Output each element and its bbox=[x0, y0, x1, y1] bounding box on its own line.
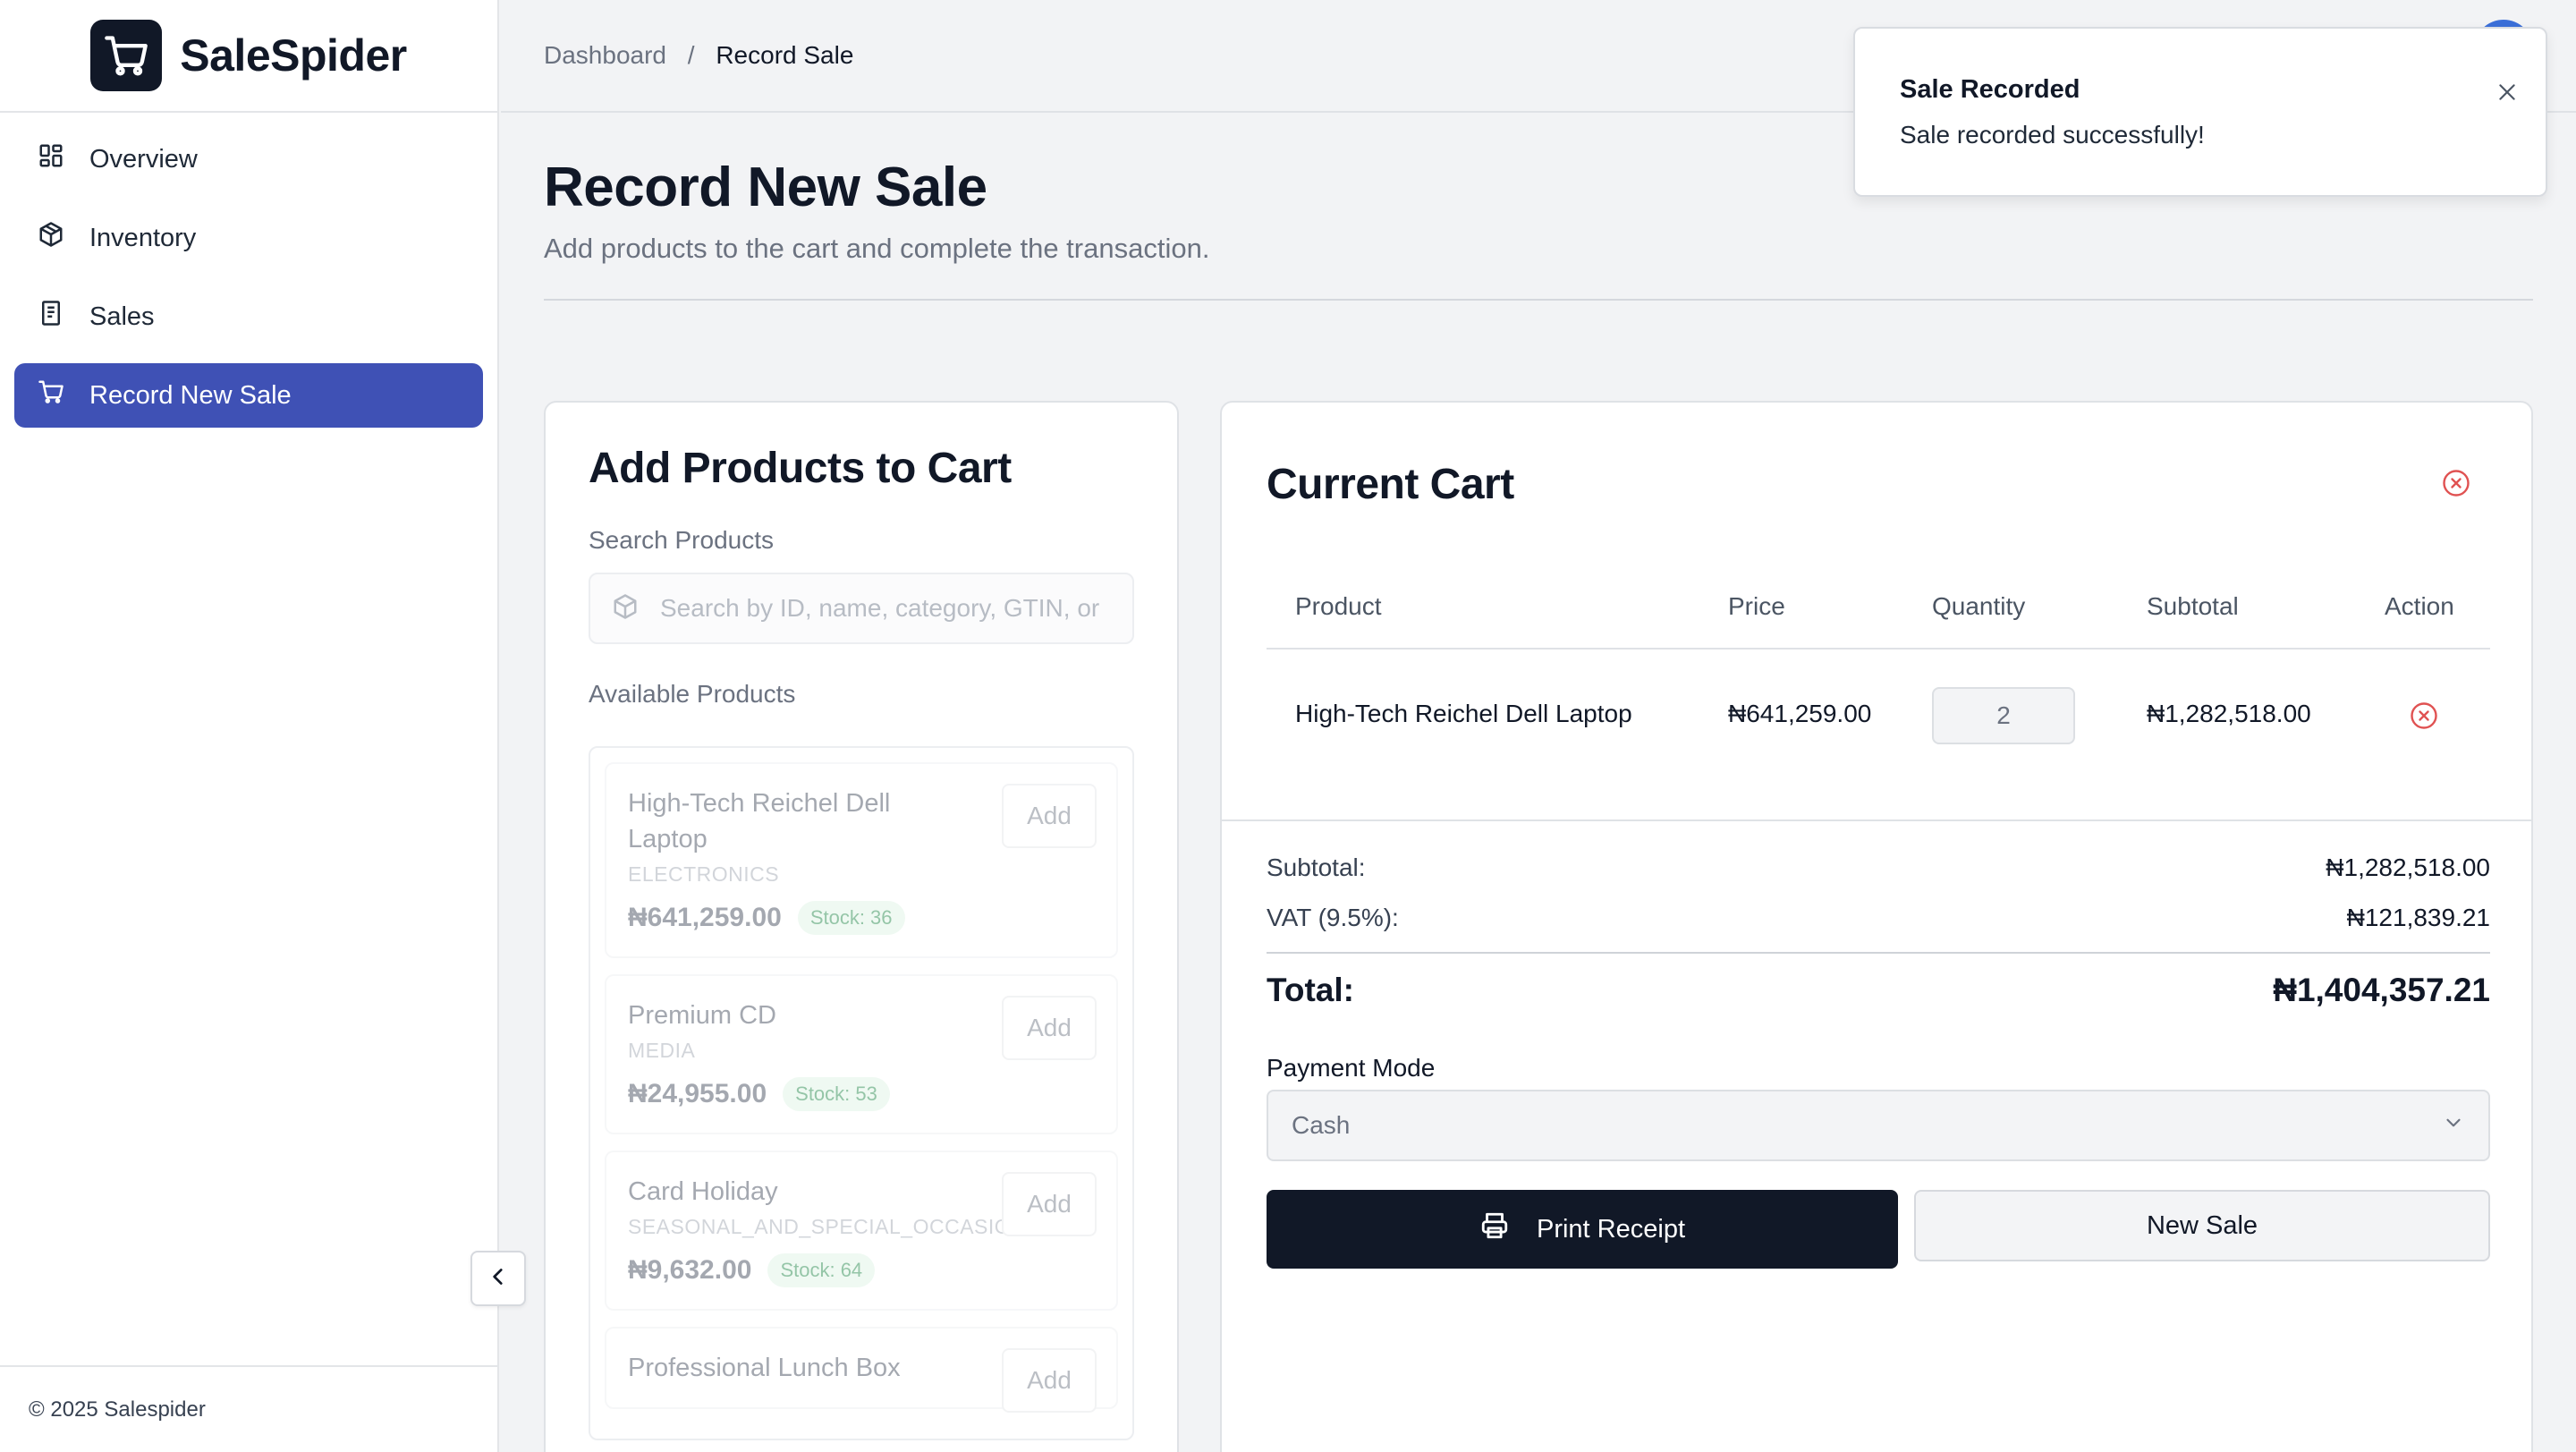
shopping-cart-icon bbox=[90, 20, 163, 91]
cart-item-product: High-Tech Reichel Dell Laptop bbox=[1295, 700, 1632, 727]
vat-label: VAT (9.5%): bbox=[1267, 904, 1399, 931]
collapse-sidebar-button[interactable] bbox=[470, 1251, 526, 1306]
stock-badge: Stock: 53 bbox=[783, 1077, 890, 1111]
sidebar-item-overview[interactable]: Overview bbox=[14, 127, 483, 191]
page-title: Record New Sale bbox=[544, 157, 987, 218]
vat-value: ₦121,839.21 bbox=[2346, 904, 2490, 931]
sidebar-nav: Overview Inventory Sales Record New Sale bbox=[0, 113, 497, 456]
receipt-icon bbox=[38, 300, 64, 334]
product-price: ₦9,632.00 bbox=[628, 1255, 752, 1285]
total-divider bbox=[1267, 952, 2490, 954]
breadcrumb-dashboard[interactable]: Dashboard bbox=[544, 41, 666, 69]
subtotal-row: Subtotal: ₦1,282,518.00 bbox=[1267, 853, 2490, 882]
cart-table: Product Price Quantity Subtotal Action H… bbox=[1267, 564, 2490, 780]
breadcrumb: Dashboard / Record Sale bbox=[544, 41, 853, 70]
payment-mode-value: Cash bbox=[1292, 1111, 1351, 1139]
column-header-product: Product bbox=[1295, 592, 1382, 620]
product-card: Premium CD MEDIA ₦24,955.00 Stock: 53 Ad… bbox=[605, 974, 1118, 1134]
product-price: ₦24,955.00 bbox=[628, 1079, 767, 1108]
table-row: High-Tech Reichel Dell Laptop ₦641,259.0… bbox=[1267, 650, 2490, 780]
sidebar: SaleSpider Overview Inventory Sales Reco… bbox=[0, 0, 499, 1452]
product-name: Card Holiday bbox=[628, 1177, 778, 1206]
close-icon[interactable] bbox=[2492, 77, 2522, 107]
sidebar-item-label: Overview bbox=[89, 144, 198, 174]
breadcrumb-current: Record Sale bbox=[716, 41, 854, 69]
toast-notification: Sale Recorded Sale recorded successfully… bbox=[1853, 27, 2547, 197]
add-product-button[interactable]: Add bbox=[1002, 996, 1097, 1060]
column-header-subtotal: Subtotal bbox=[2147, 592, 2239, 620]
breadcrumb-separator: / bbox=[687, 41, 695, 69]
total-label: Total: bbox=[1267, 972, 1354, 1008]
column-header-action: Action bbox=[2385, 592, 2454, 620]
quantity-input[interactable]: 2 bbox=[1932, 687, 2075, 744]
remove-item-icon[interactable] bbox=[2408, 700, 2440, 732]
sidebar-item-label: Record New Sale bbox=[89, 380, 292, 410]
payment-mode-select[interactable]: Cash bbox=[1267, 1090, 2490, 1161]
add-product-button[interactable]: Add bbox=[1002, 1172, 1097, 1236]
product-name: High-Tech Reichel Dell Laptop bbox=[628, 789, 891, 853]
sidebar-footer: © 2025 Salespider bbox=[0, 1365, 499, 1452]
column-header-price: Price bbox=[1728, 592, 1785, 620]
subtotal-value: ₦1,282,518.00 bbox=[2326, 853, 2490, 881]
vat-row: VAT (9.5%): ₦121,839.21 bbox=[1267, 904, 2490, 932]
payment-mode-label: Payment Mode bbox=[1267, 1054, 1436, 1082]
cart-icon bbox=[38, 378, 64, 412]
stock-badge: Stock: 64 bbox=[767, 1253, 876, 1287]
brand-name: SaleSpider bbox=[180, 30, 407, 81]
toast-title: Sale Recorded bbox=[1900, 75, 2080, 104]
page-subtitle: Add products to the cart and complete th… bbox=[544, 233, 1210, 264]
cart-panel: Current Cart Product Price Quantity Subt… bbox=[1220, 401, 2533, 1452]
sidebar-item-label: Inventory bbox=[89, 223, 197, 252]
product-card: High-Tech Reichel Dell Laptop ELECTRONIC… bbox=[605, 762, 1118, 958]
search-label: Search Products bbox=[589, 526, 774, 554]
brand[interactable]: SaleSpider bbox=[0, 0, 497, 113]
product-card: Professional Lunch Box Add bbox=[605, 1327, 1118, 1413]
products-panel: Add Products to Cart Search Products Ava… bbox=[544, 401, 1179, 1452]
products-panel-title: Add Products to Cart bbox=[589, 445, 1012, 492]
stock-badge: Stock: 36 bbox=[797, 901, 905, 935]
subtotal-label: Subtotal: bbox=[1267, 853, 1366, 881]
chevron-left-icon bbox=[487, 1265, 510, 1293]
package-search-icon bbox=[612, 593, 639, 624]
package-icon bbox=[38, 221, 64, 255]
cart-title: Current Cart bbox=[1267, 461, 1514, 508]
cart-item-subtotal: ₦1,282,518.00 bbox=[2147, 700, 2311, 727]
cart-table-header: Product Price Quantity Subtotal Action bbox=[1267, 564, 2490, 650]
cart-item-price: ₦641,259.00 bbox=[1728, 700, 1872, 727]
toast-message: Sale recorded successfully! bbox=[1900, 121, 2205, 149]
new-sale-button[interactable]: New Sale bbox=[1914, 1190, 2490, 1261]
dashboard-grid-icon bbox=[38, 142, 64, 176]
print-receipt-label: Print Receipt bbox=[1536, 1214, 1685, 1244]
product-price: ₦641,259.00 bbox=[628, 903, 782, 932]
add-product-button[interactable]: Add bbox=[1002, 784, 1097, 848]
sidebar-item-record-new-sale[interactable]: Record New Sale bbox=[14, 363, 483, 428]
sidebar-item-sales[interactable]: Sales bbox=[14, 284, 483, 349]
sidebar-item-inventory[interactable]: Inventory bbox=[14, 206, 483, 270]
product-name: Professional Lunch Box bbox=[628, 1354, 901, 1382]
column-header-quantity: Quantity bbox=[1932, 592, 2026, 620]
product-name: Premium CD bbox=[628, 1001, 776, 1030]
print-receipt-button[interactable]: Print Receipt bbox=[1267, 1190, 1898, 1269]
total-row: Total: ₦1,404,357.21 bbox=[1267, 972, 2490, 1009]
product-category: ELECTRONICS bbox=[628, 862, 780, 886]
add-product-button[interactable]: Add bbox=[1002, 1348, 1097, 1413]
search-input[interactable] bbox=[660, 594, 1125, 623]
product-list[interactable]: High-Tech Reichel Dell Laptop ELECTRONIC… bbox=[589, 746, 1134, 1440]
printer-icon bbox=[1479, 1210, 1510, 1248]
chevron-down-icon bbox=[2442, 1111, 2465, 1141]
clear-cart-icon[interactable] bbox=[2440, 467, 2472, 499]
total-value: ₦1,404,357.21 bbox=[2273, 972, 2490, 1008]
available-products-label: Available Products bbox=[589, 680, 796, 708]
sidebar-item-label: Sales bbox=[89, 301, 155, 331]
product-card: Card Holiday SEASONAL_AND_SPECIAL_OCCASI… bbox=[605, 1151, 1118, 1311]
header-divider bbox=[544, 299, 2533, 301]
search-field bbox=[589, 573, 1134, 644]
cart-divider bbox=[1222, 819, 2531, 821]
